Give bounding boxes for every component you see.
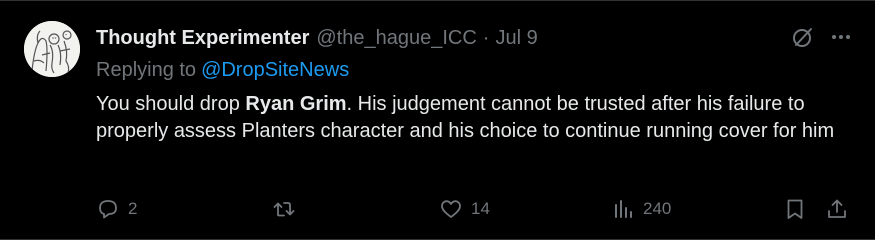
separator-dot: ·	[482, 27, 490, 49]
replying-to-line: Replying to @DropSiteNews	[96, 59, 349, 82]
replying-to-prefix: Replying to	[96, 59, 197, 81]
display-name[interactable]: Thought Experimenter	[96, 27, 309, 50]
slashed-circle-icon[interactable]	[791, 25, 815, 49]
reply-count: 2	[128, 199, 138, 218]
avatar-sketch-image	[24, 21, 80, 77]
retweet-arrows-icon	[272, 197, 296, 221]
tweet-header: Thought Experimenter @the_hague_ICC · Ju…	[96, 27, 538, 51]
more-horizontal-icon[interactable]	[829, 25, 853, 49]
bookmark-button[interactable]	[783, 197, 807, 221]
tweet-date[interactable]: Jul 9	[495, 27, 537, 50]
heart-icon	[439, 197, 463, 221]
bookmark-icon	[783, 197, 807, 221]
reply-button[interactable]: 2	[96, 197, 137, 221]
avatar[interactable]	[24, 21, 80, 77]
share-button[interactable]	[825, 197, 849, 221]
user-handle[interactable]: @the_hague_ICC	[316, 27, 476, 50]
action-bar: 2 14 240	[96, 197, 856, 221]
like-count: 14	[471, 199, 490, 218]
tweet-text-bold: Ryan Grim	[245, 93, 347, 115]
speech-bubble-icon	[96, 197, 120, 221]
tweet-text-start: You should drop	[96, 93, 246, 115]
retweet-button[interactable]	[272, 197, 296, 221]
bar-chart-icon	[611, 197, 635, 221]
share-upload-icon	[825, 197, 849, 221]
header-actions	[791, 25, 853, 49]
views-count: 240	[643, 199, 672, 218]
tweet-text: You should drop Ryan Grim. His judgement…	[96, 91, 836, 145]
tweet-card[interactable]: Thought Experimenter @the_hague_ICC · Ju…	[0, 0, 875, 240]
like-button[interactable]: 14	[439, 197, 490, 221]
views-button[interactable]: 240	[611, 197, 671, 221]
replying-to-link[interactable]: @DropSiteNews	[201, 59, 349, 81]
